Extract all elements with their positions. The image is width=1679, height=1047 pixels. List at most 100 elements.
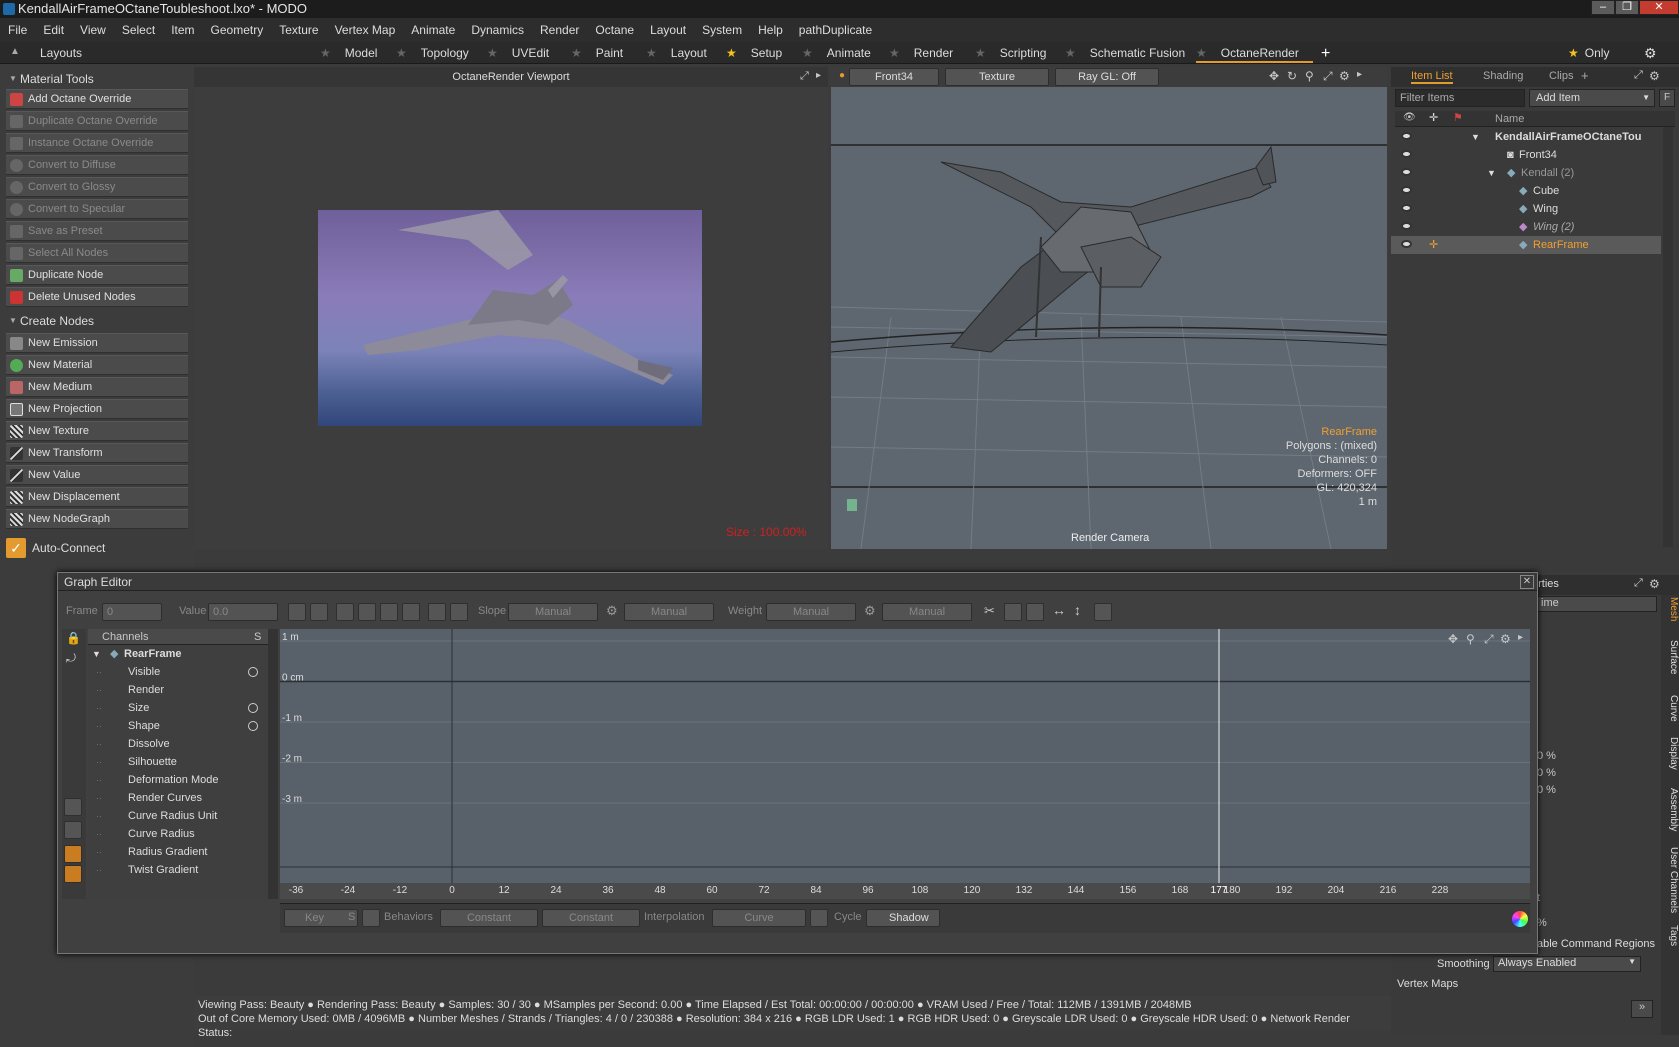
item-row-wing[interactable]: ◆ Wing [1391, 200, 1661, 218]
tab-item-list[interactable]: Item List [1411, 70, 1453, 84]
pre-behavior-dropdown[interactable]: Constant [440, 909, 538, 927]
curve-tool-icon[interactable] [402, 603, 420, 621]
channel-root[interactable]: ▼ ◆ RearFrame [88, 645, 263, 663]
camera-selector[interactable]: Front34 [849, 68, 939, 86]
instance-octane-override-button[interactable]: Instance Octane Override [6, 133, 188, 153]
close-button[interactable]: ✕ [1639, 0, 1679, 15]
graph-canvas[interactable]: 1 m 0 cm -1 m -2 m -3 m ✥ ⚲ ⤢ ⚙ ▸ [280, 629, 1530, 883]
tab-layout[interactable]: Layout [671, 46, 707, 60]
eye-icon[interactable] [1401, 150, 1412, 158]
tab-surface[interactable]: Surface [1663, 640, 1679, 674]
tab-user-channels[interactable]: User Channels [1663, 847, 1679, 913]
gear-icon[interactable]: ⚙ [1649, 69, 1660, 83]
layouts-button[interactable]: Layouts [40, 44, 82, 63]
menu-geometry[interactable]: Geometry [203, 23, 272, 37]
fit-vertical-icon[interactable]: ↕ [1074, 602, 1081, 618]
post-behavior-dropdown[interactable]: Constant [542, 909, 640, 927]
lock-icon[interactable]: 🔒 [66, 631, 81, 645]
menu-path-duplicate[interactable]: pathDuplicate [791, 23, 880, 37]
item-row-cube[interactable]: ◆ Cube [1391, 182, 1661, 200]
range-mode-icon[interactable] [64, 865, 82, 883]
gear-icon[interactable]: ⚙ [1649, 577, 1660, 591]
new-emission-button[interactable]: New Emission [6, 333, 188, 353]
layouts-arrow-icon[interactable]: ▲ [10, 46, 20, 57]
vertex-maps-section[interactable]: Vertex Maps [1397, 978, 1458, 990]
menu-item[interactable]: Item [163, 23, 202, 37]
channel-row[interactable]: ·· Twist Gradient [88, 861, 263, 879]
curve-tool-icon[interactable] [380, 603, 398, 621]
item-list-scrollbar[interactable] [1663, 127, 1673, 547]
channel-row[interactable]: ·· Render Curves [88, 789, 263, 807]
add-octane-override-button[interactable]: Add Octane Override [6, 89, 188, 109]
tab-model[interactable]: Model [345, 46, 378, 60]
shadow-toggle[interactable]: Shadow [866, 909, 940, 927]
shading-selector[interactable]: Texture [945, 68, 1049, 86]
new-texture-button[interactable]: New Texture [6, 421, 188, 441]
gear-icon[interactable]: ⚙ [864, 603, 876, 619]
delete-unused-nodes-button[interactable]: Delete Unused Nodes [6, 287, 188, 307]
cycle-toggle[interactable] [810, 909, 828, 927]
curve-tool-icon[interactable] [310, 603, 328, 621]
percent-field-3[interactable]: 0 % [1537, 784, 1556, 796]
expand-icon[interactable]: ▼ [1487, 164, 1496, 182]
menu-animate[interactable]: Animate [403, 23, 463, 37]
tab-clips[interactable]: Clips [1549, 70, 1573, 82]
menu-edit[interactable]: Edit [35, 23, 72, 37]
cut-icon[interactable]: ✂ [984, 603, 995, 619]
curve-tool-icon[interactable] [358, 603, 376, 621]
new-displacement-button[interactable]: New Displacement [6, 487, 188, 507]
menu-help[interactable]: Help [750, 23, 791, 37]
fit-all-icon[interactable] [1094, 603, 1112, 621]
menu-arrow-icon[interactable]: ▸ [1518, 632, 1523, 643]
menu-select[interactable]: Select [114, 23, 163, 37]
zoom-icon[interactable]: ⚲ [1305, 69, 1314, 83]
3d-viewport[interactable]: ● Front34 Texture Ray GL: Off ✥ ↻ ⚲ ⤢ ⚙ … [831, 67, 1387, 549]
maximize-icon[interactable]: ⤢ [1323, 69, 1333, 84]
channel-row[interactable]: ·· Silhouette [88, 753, 263, 771]
fit-horizontal-icon[interactable]: ↔ [1052, 602, 1066, 618]
percent-field-1[interactable]: 0 % [1537, 750, 1556, 762]
paste-icon[interactable] [1026, 603, 1044, 621]
behaviors-icon[interactable] [362, 909, 380, 927]
select-all-nodes-button[interactable]: Select All Nodes [6, 243, 188, 263]
expand-icon[interactable]: ▼ [1471, 128, 1480, 146]
convert-to-glossy-button[interactable]: Convert to Glossy [6, 177, 188, 197]
curve-tool-icon[interactable] [428, 603, 446, 621]
pan-icon[interactable]: ✥ [1269, 69, 1279, 83]
create-nodes-header[interactable]: Create Nodes [6, 312, 188, 330]
viewport-menu-arrow-icon[interactable]: ▸ [816, 70, 821, 81]
tab-setup[interactable]: Setup [751, 46, 782, 60]
tab-topology[interactable]: Topology [421, 46, 469, 60]
menu-system[interactable]: System [694, 23, 750, 37]
menu-file[interactable]: File [0, 23, 35, 37]
channel-row[interactable]: ·· Curve Radius Unit [88, 807, 263, 825]
weight-out-dropdown[interactable]: Manual [882, 603, 972, 621]
add-tab-button[interactable]: + [1321, 44, 1330, 63]
viewport-menu-arrow-icon[interactable]: ▸ [1357, 69, 1362, 80]
convert-to-diffuse-button[interactable]: Convert to Diffuse [6, 155, 188, 175]
menu-render[interactable]: Render [532, 23, 587, 37]
new-material-button[interactable]: New Material [6, 355, 188, 375]
key-state-icon[interactable] [248, 721, 258, 731]
tab-paint[interactable]: Paint [596, 46, 623, 60]
maximize-icon[interactable]: ⤢ [1634, 69, 1643, 82]
menu-view[interactable]: View [72, 23, 114, 37]
maximize-button[interactable]: ❐ [1615, 0, 1639, 15]
eye-icon[interactable] [1401, 204, 1412, 212]
expand-arrow-icon[interactable]: » [1631, 1000, 1653, 1018]
save-as-preset-button[interactable]: Save as Preset [6, 221, 188, 241]
tab-shading[interactable]: Shading [1483, 70, 1523, 82]
add-tab-button[interactable]: + [1581, 68, 1589, 83]
command-regions-label[interactable]: able Command Regions [1537, 938, 1655, 950]
menu-dynamics[interactable]: Dynamics [463, 23, 532, 37]
add-item-dropdown[interactable]: Add Item ▼ [1529, 89, 1655, 107]
tab-display[interactable]: Display [1663, 737, 1679, 770]
menu-texture[interactable]: Texture [271, 23, 326, 37]
key-state-icon[interactable] [248, 703, 258, 713]
tab-octanerender[interactable]: OctaneRender [1221, 46, 1299, 60]
duplicate-octane-override-button[interactable]: Duplicate Octane Override [6, 111, 188, 131]
channel-row[interactable]: ·· Deformation Mode [88, 771, 263, 789]
filter-toggle-button[interactable]: F [1659, 89, 1675, 107]
tab-animate[interactable]: Animate [827, 46, 871, 60]
raygl-toggle[interactable]: Ray GL: Off [1055, 68, 1159, 86]
